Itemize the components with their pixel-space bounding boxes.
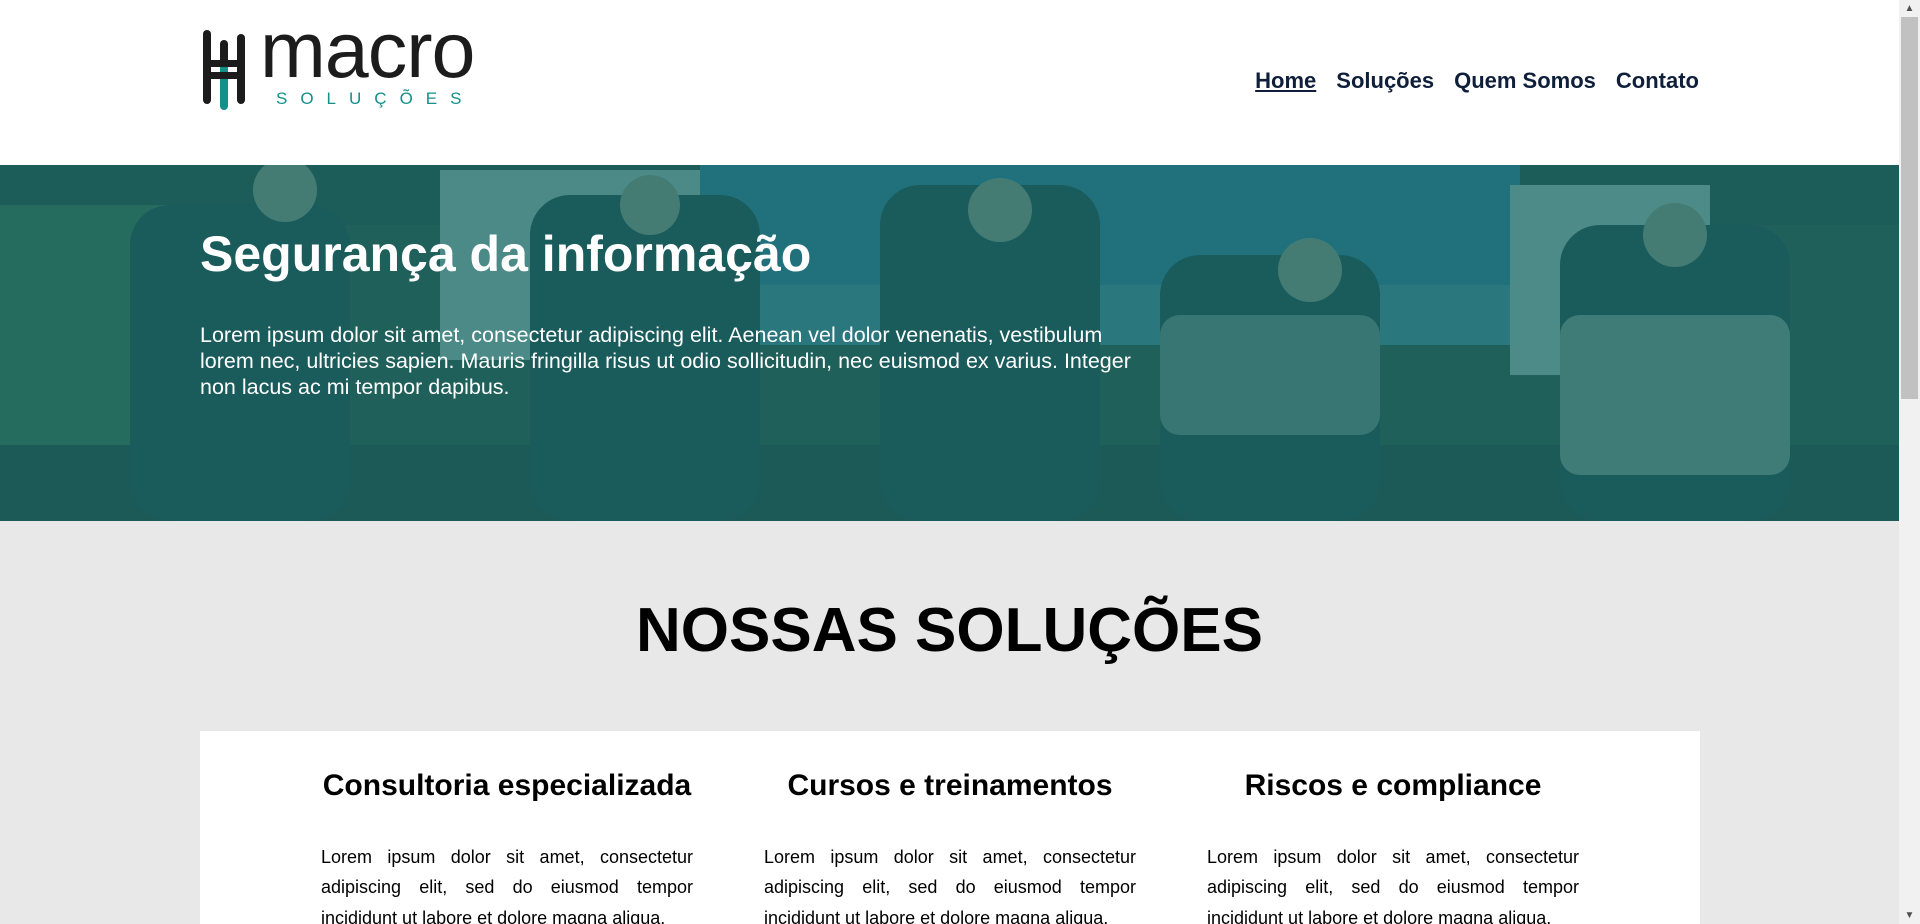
section-title: NOSSAS SOLUÇÕES: [636, 596, 1263, 665]
scroll-up-arrow-icon[interactable]: ▲: [1899, 0, 1920, 17]
nav-solucoes[interactable]: Soluções: [1336, 66, 1434, 96]
scroll-down-arrow-icon[interactable]: ▼: [1899, 907, 1920, 924]
solution-card-text: Lorem ipsum dolor sit amet, consectetur …: [764, 846, 1136, 924]
scrollbar-thumb[interactable]: [1901, 17, 1918, 399]
nav-home[interactable]: Home: [1255, 66, 1316, 96]
logo-link[interactable]: macro SOLUÇÕES: [200, 10, 530, 114]
solution-card: Riscos e compliance Lorem ipsum dolor si…: [1207, 731, 1579, 924]
vertical-scrollbar[interactable]: ▲ ▼: [1899, 0, 1920, 924]
site-header: macro SOLUÇÕES Home Soluções Quem Somos …: [0, 0, 1899, 165]
solution-card-title: Cursos e treinamentos: [787, 769, 1113, 802]
solution-card-text: Lorem ipsum dolor sit amet, consectetur …: [321, 846, 693, 924]
solutions-cards: Consultoria especializada Lorem ipsum do…: [200, 731, 1700, 924]
solution-card-title: Consultoria especializada: [322, 769, 692, 802]
hero-description: Lorem ipsum dolor sit amet, consectetur …: [200, 323, 1131, 399]
hero-title: Segurança da informação: [200, 226, 812, 282]
macro-logo-icon: [203, 30, 245, 110]
nav-quem-somos[interactable]: Quem Somos: [1454, 66, 1596, 96]
logo-subtitle: SOLUÇÕES: [276, 89, 475, 108]
solution-card: Consultoria especializada Lorem ipsum do…: [321, 731, 693, 924]
hero-banner: Segurança da informação Lorem ipsum dolo…: [0, 165, 1899, 521]
nav-contato[interactable]: Contato: [1616, 66, 1699, 96]
page: macro SOLUÇÕES Home Soluções Quem Somos …: [0, 0, 1899, 924]
solution-card: Cursos e treinamentos Lorem ipsum dolor …: [764, 731, 1136, 924]
solution-card-title: Riscos e compliance: [1244, 769, 1542, 802]
solution-card-text: Lorem ipsum dolor sit amet, consectetur …: [1207, 846, 1579, 924]
logo-wordmark: macro: [260, 5, 475, 94]
main-nav: Home Soluções Quem Somos Contato: [1255, 66, 1699, 96]
